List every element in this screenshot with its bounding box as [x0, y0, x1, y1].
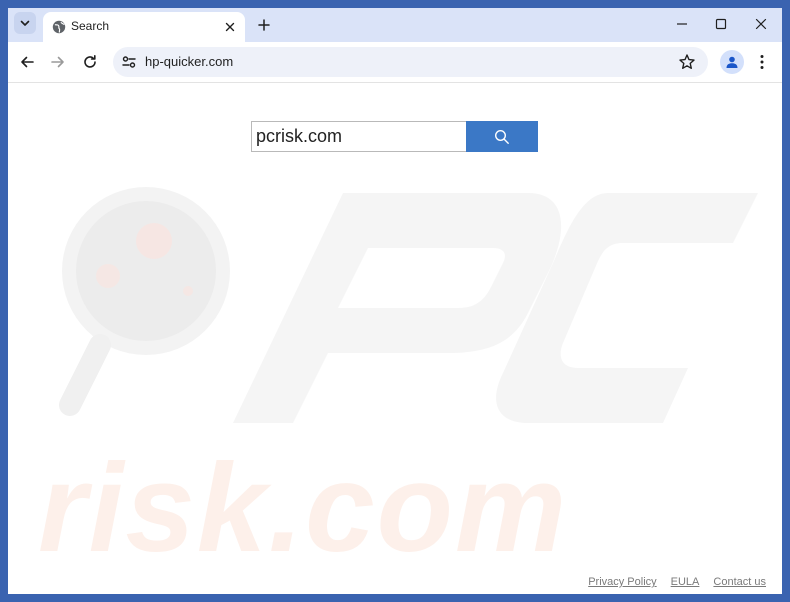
globe-icon [52, 20, 66, 34]
svg-text:risk.com: risk.com [38, 439, 568, 578]
site-settings-icon[interactable] [121, 54, 137, 70]
tab-search-button[interactable] [14, 12, 36, 34]
menu-button[interactable] [752, 50, 772, 74]
close-icon [225, 22, 235, 32]
reload-icon [84, 55, 96, 68]
maximize-button[interactable] [707, 13, 735, 35]
person-icon [726, 56, 738, 68]
more-vertical-icon [760, 55, 764, 69]
arrow-right-icon [51, 56, 64, 68]
page-content: risk.com Privacy Policy EULA Contact us [8, 83, 782, 594]
reload-button[interactable] [78, 50, 102, 74]
toolbar: hp-quicker.com [8, 42, 782, 83]
back-button[interactable] [15, 50, 39, 74]
close-window-button[interactable] [747, 13, 775, 35]
url-text[interactable]: hp-quicker.com [145, 54, 233, 69]
eula-link[interactable]: EULA [671, 576, 700, 588]
forward-button[interactable] [46, 50, 70, 74]
browser-window: Search hp-quicker.com risk.com pcrisk.co… [8, 8, 782, 594]
profile-button[interactable] [720, 50, 744, 74]
tab-close-button[interactable] [221, 18, 239, 36]
address-bar[interactable]: hp-quicker.com [113, 47, 708, 77]
chevron-down-icon [20, 20, 30, 26]
plus-icon [258, 19, 270, 31]
minimize-button[interactable] [668, 13, 696, 35]
new-tab-button[interactable] [254, 15, 274, 35]
tab-title: Search [71, 19, 110, 33]
tab-search[interactable]: Search [43, 12, 245, 42]
search-input[interactable] [251, 121, 468, 152]
search-icon [494, 129, 509, 144]
bookmark-star-icon[interactable] [678, 53, 696, 71]
maximize-icon [715, 18, 727, 30]
footer-links: Privacy Policy EULA Contact us [588, 576, 766, 588]
contact-us-link[interactable]: Contact us [713, 576, 766, 588]
tab-strip: Search [8, 8, 782, 42]
privacy-policy-link[interactable]: Privacy Policy [588, 576, 656, 588]
close-icon [755, 18, 767, 30]
watermark-logo: risk.com [38, 187, 758, 578]
arrow-left-icon [21, 56, 34, 68]
search-button[interactable] [466, 121, 538, 152]
minimize-icon [677, 23, 687, 25]
